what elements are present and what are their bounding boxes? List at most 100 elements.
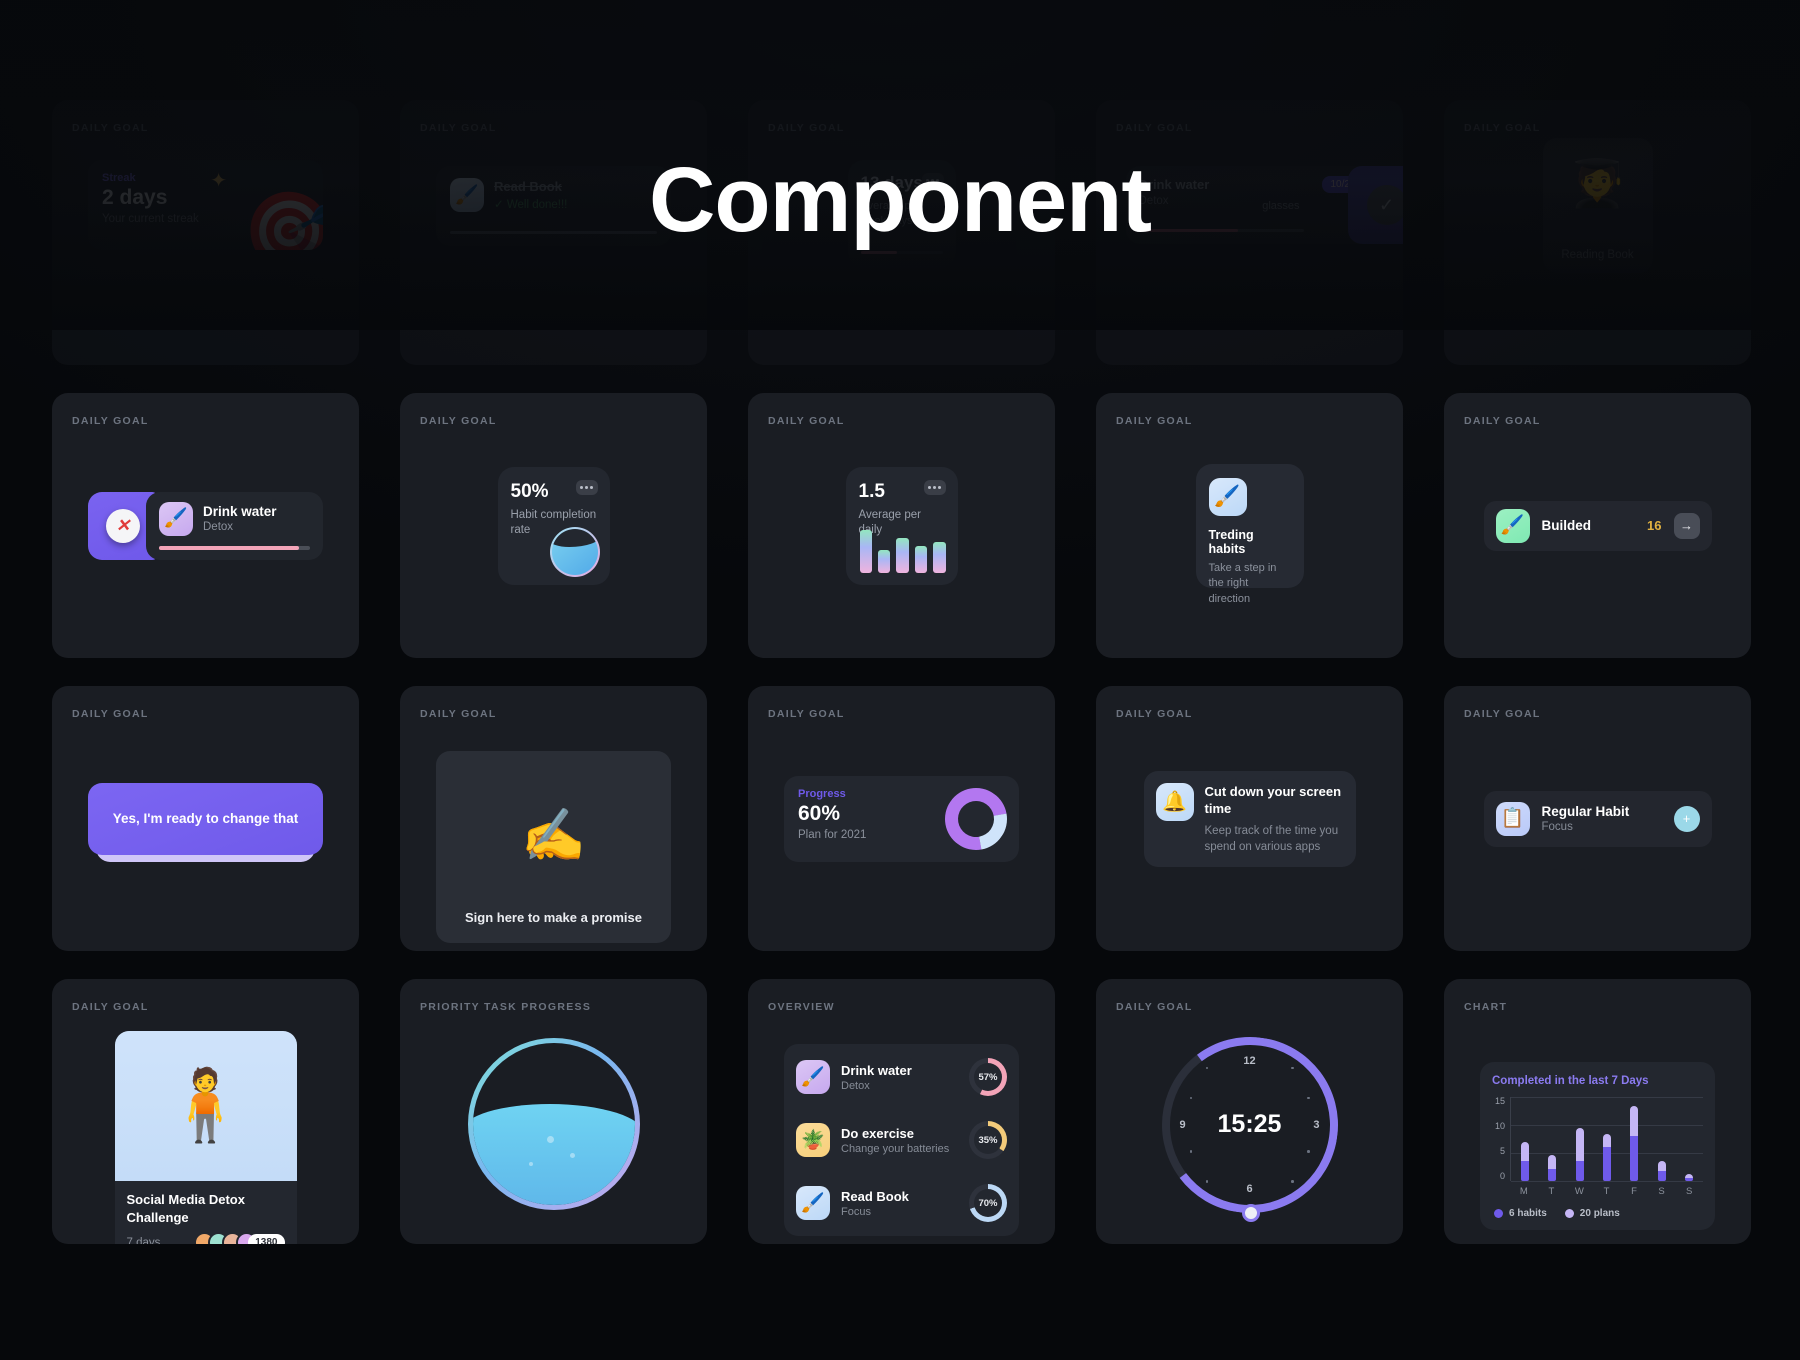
screen-time-sub: Keep track of the time you spend on vari… <box>1204 824 1339 854</box>
card-challenge[interactable]: DAILY GOAL 🧍 Social Media Detox Challeng… <box>52 979 359 1244</box>
swipe-progress <box>159 546 310 550</box>
builded-widget[interactable]: 🖌️ Builded 16 → <box>1483 500 1712 551</box>
close-icon: ✕ <box>106 508 140 543</box>
bar-S1 <box>1657 1097 1666 1181</box>
y-tick: 15 <box>1494 1096 1505 1106</box>
water-circle-icon <box>467 1037 640 1210</box>
trending-title: Treding habits <box>1208 527 1254 556</box>
item-percent: 35% <box>978 1134 998 1146</box>
regular-habit-title: Regular Habit <box>1541 804 1630 819</box>
more-dots-icon[interactable] <box>923 479 946 495</box>
screen-time-widget[interactable]: 🔔 Cut down your screen time Keep track o… <box>1143 770 1356 867</box>
list-item[interactable]: 🖌️ Read Book Focus 70% <box>796 1184 1007 1222</box>
hand-writing-icon: ✍️ <box>521 806 586 865</box>
trending-widget[interactable]: 🖌️ Treding habits Take a step in the rig… <box>1195 463 1304 605</box>
bell-icon: 🔔 <box>1155 782 1194 821</box>
item-sub: Change your batteries <box>841 1142 950 1155</box>
card-swipe-drink-water[interactable]: DAILY GOAL ✕ 🖌️ Drink water Detox <box>52 393 359 658</box>
page-title: Component <box>648 149 1152 251</box>
clock-numeral-6: 6 <box>1246 1182 1253 1195</box>
component-grid: DAILY GOAL Streak 2 days Your current st… <box>52 100 1752 1244</box>
y-tick: 0 <box>1499 1171 1505 1181</box>
swipe-content[interactable]: 🖌️ Drink water Detox <box>146 491 323 560</box>
ready-to-change-button[interactable]: Yes, I'm ready to change that <box>88 782 323 855</box>
screen-time-title: Cut down your screen time <box>1204 783 1342 817</box>
x-tick: F <box>1631 1186 1637 1197</box>
progress-widget[interactable]: Progress 60% Plan for 2021 <box>784 775 1020 862</box>
participant-avatars[interactable]: 1380 <box>194 1232 285 1244</box>
card-screen-time[interactable]: DAILY GOAL 🔔 Cut down your screen time K… <box>1096 686 1403 951</box>
sign-caption: Sign here to make a promise <box>464 910 642 925</box>
trending-sub: Take a step in the right direction <box>1208 561 1277 606</box>
x-tick: T <box>1603 1186 1610 1197</box>
legend-item-plans: 20 plans <box>1564 1208 1620 1219</box>
card-clock[interactable]: DAILY GOAL 15:25 12 3 6 9 <box>1096 979 1403 1244</box>
canvas: DAILY GOAL Streak 2 days Your current st… <box>0 0 1800 1360</box>
sign-widget[interactable]: ✍️ Sign here to make a promise <box>436 751 671 943</box>
cta-wrap: Yes, I'm ready to change that <box>88 782 323 862</box>
builded-title: Builded <box>1541 518 1592 533</box>
card-sign-promise[interactable]: DAILY GOAL ✍️ Sign here to make a promis… <box>400 686 707 951</box>
water-ball-icon <box>550 527 600 577</box>
list-item[interactable]: 🪴 Do exercise Change your batteries 35% <box>796 1121 1007 1159</box>
challenge-title: Social Media Detox Challenge <box>126 1192 245 1225</box>
clock-numeral-12: 12 <box>1243 1054 1256 1067</box>
card-priority-task[interactable]: PRIORITY TASK PROGRESS <box>400 979 707 1244</box>
plus-icon[interactable]: + <box>1673 805 1700 832</box>
item-title: Drink water <box>841 1062 912 1078</box>
chart-plot-area: 15 10 5 0 <box>1492 1097 1703 1182</box>
item-title: Read Book <box>841 1188 909 1204</box>
average-widget[interactable]: 1.5 Average per daily <box>845 466 958 585</box>
card-builded[interactable]: DAILY GOAL 🖌️ Builded 16 → <box>1444 393 1751 658</box>
swipe-title: Drink water <box>203 504 277 519</box>
card-progress-plan[interactable]: DAILY GOAL Progress 60% Plan for 2021 <box>748 686 1055 951</box>
clock-numeral-3: 3 <box>1313 1118 1320 1131</box>
bar-W <box>1575 1097 1584 1181</box>
item-percent: 57% <box>978 1071 998 1083</box>
card-overview[interactable]: OVERVIEW 🖌️ Drink water Detox 57% 🪴 Do e… <box>748 979 1055 1244</box>
more-dots-icon[interactable] <box>575 479 598 495</box>
progress-donut: 35% <box>969 1121 1007 1159</box>
progress-donut: 57% <box>969 1058 1007 1096</box>
clock-widget[interactable]: 15:25 12 3 6 9 <box>1150 1025 1349 1224</box>
builded-count: 16 <box>1647 518 1662 533</box>
challenge-days: 7 days <box>126 1236 161 1244</box>
person-phone-icon: 🧍 <box>114 1031 297 1181</box>
pencil-cup-icon: 🖌️ <box>159 501 193 536</box>
challenge-widget[interactable]: 🧍 Social Media Detox Challenge 7 days 13… <box>114 1031 297 1244</box>
card-cta[interactable]: DAILY GOAL Yes, I'm ready to change that <box>52 686 359 951</box>
item-sub: Focus <box>841 1205 871 1218</box>
weekly-chart[interactable]: Completed in the last 7 Days 15 10 5 0 M… <box>1480 1062 1715 1230</box>
arrow-right-icon[interactable]: → <box>1673 512 1700 539</box>
x-tick: W <box>1574 1186 1584 1197</box>
card-chart[interactable]: CHART Completed in the last 7 Days 15 10… <box>1444 979 1751 1244</box>
mini-bar-chart <box>859 507 946 573</box>
swipe-widget[interactable]: ✕ 🖌️ Drink water Detox <box>88 491 323 560</box>
completion-widget[interactable]: 50% Habit completion rate <box>497 466 610 585</box>
regular-habit-widget[interactable]: 📋 Regular Habit Focus + <box>1483 790 1712 847</box>
x-tick: S <box>1685 1186 1693 1197</box>
bar-series <box>1511 1097 1703 1181</box>
regular-habit-sub: Focus <box>1541 821 1573 833</box>
card-average-daily[interactable]: DAILY GOAL 1.5 Average per daily <box>748 393 1055 658</box>
legend-item-habits: 6 habits <box>1494 1208 1547 1219</box>
card-completion-rate[interactable]: DAILY GOAL 50% Habit completion rate <box>400 393 707 658</box>
y-tick: 10 <box>1494 1121 1505 1131</box>
participant-count: 1380 <box>248 1234 285 1244</box>
x-tick: S <box>1658 1186 1665 1197</box>
y-tick: 5 <box>1499 1146 1505 1156</box>
bar-T2 <box>1602 1097 1611 1181</box>
list-item[interactable]: 🖌️ Drink water Detox 57% <box>796 1058 1007 1096</box>
legend-label: 6 habits <box>1509 1208 1547 1219</box>
card-regular-habit[interactable]: DAILY GOAL 📋 Regular Habit Focus + <box>1444 686 1751 951</box>
pencil-cup-icon: 🖌️ <box>796 1186 830 1220</box>
x-tick: M <box>1519 1186 1528 1197</box>
legend-label: 20 plans <box>1579 1208 1620 1219</box>
item-percent: 70% <box>978 1197 998 1209</box>
y-axis: 15 10 5 0 <box>1492 1097 1510 1181</box>
clock-handle[interactable] <box>1241 1203 1260 1222</box>
pencil-cup-icon: 🖌️ <box>796 1060 830 1094</box>
pencil-cup-icon: 🖌️ <box>1495 508 1530 543</box>
pencil-cup-icon: 🖌️ <box>1208 477 1247 516</box>
card-trending-habits[interactable]: DAILY GOAL 🖌️ Treding habits Take a step… <box>1096 393 1403 658</box>
